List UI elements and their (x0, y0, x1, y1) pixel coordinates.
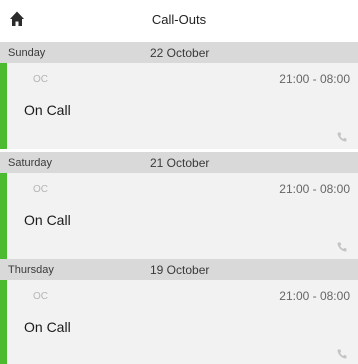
shift-status-bar (0, 280, 7, 364)
day-date: 19 October (150, 263, 210, 277)
page-title: Call-Outs (151, 12, 207, 27)
shift-card[interactable]: OC 21:00 - 08:00 On Call (0, 63, 358, 149)
phone-icon (337, 132, 347, 142)
shift-time: 21:00 - 08:00 (279, 182, 350, 196)
shift-code: OC (33, 74, 48, 85)
shift-label: On Call (24, 212, 71, 228)
shift-status-bar (0, 173, 7, 259)
shift-code: OC (33, 184, 48, 195)
shift-card[interactable]: OC 21:00 - 08:00 On Call (0, 280, 358, 364)
day-weekday: Sunday (8, 47, 46, 59)
phone-icon (337, 242, 347, 252)
shift-status-bar (0, 63, 7, 149)
day-header: Saturday 21 October (0, 152, 358, 173)
day-date: 21 October (150, 156, 210, 170)
top-bar: Call-Outs (0, 0, 358, 38)
shift-code: OC (33, 291, 48, 302)
call-outs-screen: Call-Outs Sunday 22 October OC 21:00 - 0… (0, 0, 358, 364)
shift-time: 21:00 - 08:00 (279, 289, 350, 303)
shift-card[interactable]: OC 21:00 - 08:00 On Call (0, 173, 358, 259)
day-date: 22 October (150, 46, 210, 60)
day-weekday: Thursday (8, 264, 54, 276)
day-header: Thursday 19 October (0, 259, 358, 280)
shift-time: 21:00 - 08:00 (279, 72, 350, 86)
day-header: Sunday 22 October (0, 42, 358, 63)
phone-icon (337, 349, 347, 359)
day-weekday: Saturday (8, 157, 53, 169)
shift-label: On Call (24, 102, 71, 118)
shift-label: On Call (24, 319, 71, 335)
